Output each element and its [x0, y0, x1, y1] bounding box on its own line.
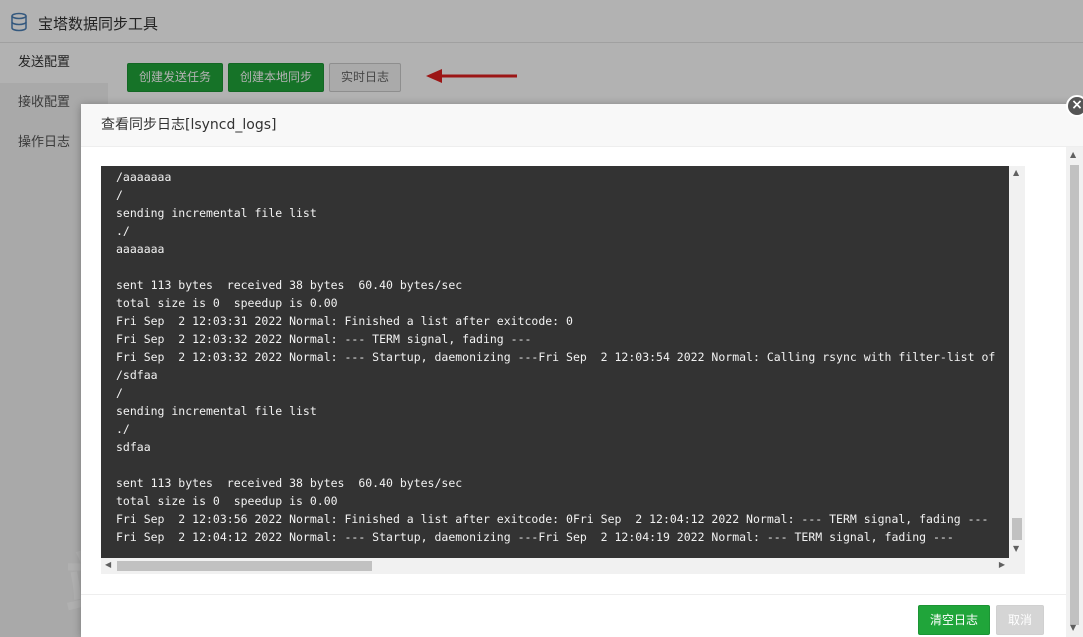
scroll-right-icon[interactable]: ▶	[999, 560, 1005, 569]
log-line: /	[116, 386, 123, 400]
scroll-left-icon[interactable]: ◀	[105, 560, 111, 569]
log-line: sdfaa	[116, 440, 151, 454]
log-horizontal-scrollbar[interactable]: ◀ ▶	[101, 558, 1025, 574]
log-line: /aaaaaaa	[116, 170, 172, 184]
log-line: sent 113 bytes received 38 bytes 60.40 b…	[116, 476, 463, 490]
log-line: aaaaaaa	[116, 242, 165, 256]
log-line: ./	[116, 422, 130, 436]
scroll-down-icon[interactable]: ▼	[1070, 623, 1076, 632]
dialog-title: 查看同步日志[lsyncd_logs]	[81, 104, 1083, 147]
log-content: /aaaaaaa / sending incremental file list ./…	[101, 166, 1009, 558]
log-line: total size is 0 speedup is 0.00	[116, 494, 338, 508]
log-line: Fri Sep 2 12:04:12 2022 Normal: --- Star…	[116, 530, 954, 544]
clear-log-button[interactable]: 清空日志	[917, 605, 990, 635]
scrollbar-thumb[interactable]	[1070, 165, 1079, 625]
log-line: /sdfaa	[116, 368, 158, 382]
log-dialog: 查看同步日志[lsyncd_logs] /aaaaaaa / sending inc…	[81, 104, 1083, 637]
log-line: Fri Sep 2 12:03:32 2022 Normal: --- TERM…	[116, 332, 532, 346]
log-line: sent 113 bytes received 38 bytes 60.40 b…	[116, 278, 463, 292]
log-viewer[interactable]: /aaaaaaa / sending incremental file list ./…	[101, 166, 1025, 574]
log-line: /	[116, 188, 123, 202]
close-icon[interactable]: ×	[1066, 95, 1083, 117]
log-line: Fri Sep 2 12:03:32 2022 Normal: --- Star…	[116, 350, 996, 364]
dialog-vertical-scrollbar[interactable]: ▲ ▼	[1066, 147, 1083, 637]
scrollbar-thumb[interactable]	[1012, 518, 1022, 540]
dialog-footer: 清空日志 取消	[81, 594, 1066, 637]
scroll-down-icon[interactable]: ▼	[1013, 544, 1019, 553]
log-line: sending incremental file list	[116, 404, 317, 418]
log-line: Fri Sep 2 12:03:56 2022 Normal: Finished…	[116, 512, 989, 526]
log-line: sending incremental file list	[116, 206, 317, 220]
scroll-up-icon[interactable]: ▲	[1070, 150, 1076, 159]
scrollbar-thumb[interactable]	[117, 561, 372, 571]
log-line: Fri Sep 2 12:03:31 2022 Normal: Finished…	[116, 314, 573, 328]
cancel-button[interactable]: 取消	[995, 605, 1044, 635]
scroll-up-icon[interactable]: ▲	[1013, 168, 1019, 177]
log-line: ./	[116, 224, 130, 238]
log-vertical-scrollbar[interactable]: ▲ ▼	[1009, 166, 1025, 558]
log-line: total size is 0 speedup is 0.00	[116, 296, 338, 310]
